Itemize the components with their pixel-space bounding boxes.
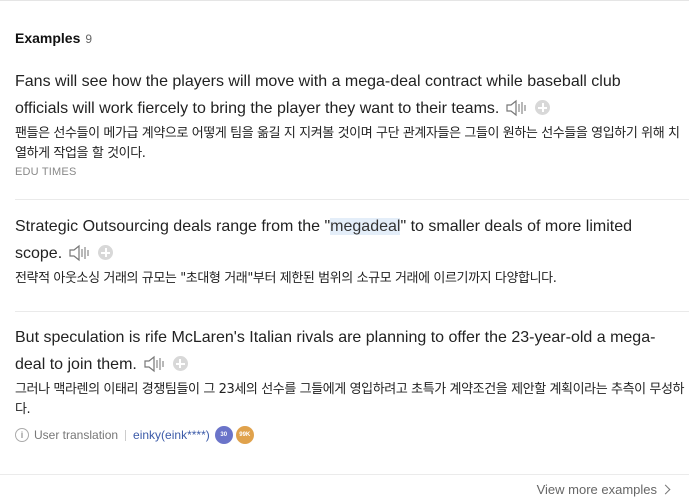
view-more-examples-link[interactable]: View more examples (536, 482, 671, 497)
example-korean: 그러나 맥라렌의 이태리 경쟁팀들이 그 23세의 선수를 그들에게 영입하려고… (15, 382, 685, 417)
example-korean: 팬들은 선수들이 메가급 계약으로 어떻게 팀을 옮길 지 지켜볼 것이며 구단… (15, 126, 680, 161)
examples-count: 9 (85, 32, 93, 46)
examples-header: Examples 9 (15, 30, 92, 46)
view-more-label: View more examples (536, 482, 657, 497)
example-source: EDU TIMES (15, 166, 77, 178)
example-english: Fans will see how the players will move … (15, 68, 675, 122)
example-english: Strategic Outsourcing deals range from t… (15, 213, 675, 267)
speaker-icon[interactable] (143, 355, 167, 373)
footer-border (0, 474, 689, 475)
example-item: Fans will see how the players will move … (15, 68, 689, 178)
example-english-text: Strategic Outsourcing deals range from t… (15, 218, 331, 235)
chevron-right-icon (660, 484, 671, 495)
meta-separator (125, 429, 127, 441)
example-english: But speculation is rife McLaren's Italia… (15, 324, 675, 378)
example-korean: 전략적 아웃소싱 거래의 규모는 "초대형 거래"부터 제한된 범위의 소규모 … (15, 271, 557, 286)
highlighted-keyword: megadeal (330, 218, 401, 235)
add-to-wordbook-icon[interactable] (172, 356, 188, 371)
divider (15, 311, 689, 312)
translator-username[interactable]: einky(eink****) (133, 428, 210, 442)
example-item: But speculation is rife McLaren's Italia… (15, 324, 689, 444)
example-item: Strategic Outsourcing deals range from t… (15, 213, 689, 289)
info-icon[interactable]: i (15, 428, 29, 442)
top-border (0, 0, 689, 1)
example-english-text: Fans will see how the players will move … (15, 73, 621, 117)
speaker-icon[interactable] (68, 244, 92, 262)
example-english-text: But speculation is rife McLaren's Italia… (15, 329, 656, 373)
examples-title: Examples (15, 30, 81, 46)
speaker-icon[interactable] (505, 99, 529, 117)
user-points-badge: 99K (235, 426, 254, 444)
add-to-wordbook-icon[interactable] (98, 245, 114, 260)
user-translation-label: User translation (34, 428, 119, 442)
divider (15, 199, 689, 200)
user-translation-meta: i User translation einky(eink****) 30 99… (15, 426, 689, 444)
user-level-badge: 30 (214, 426, 233, 444)
add-to-wordbook-icon[interactable] (535, 100, 551, 115)
